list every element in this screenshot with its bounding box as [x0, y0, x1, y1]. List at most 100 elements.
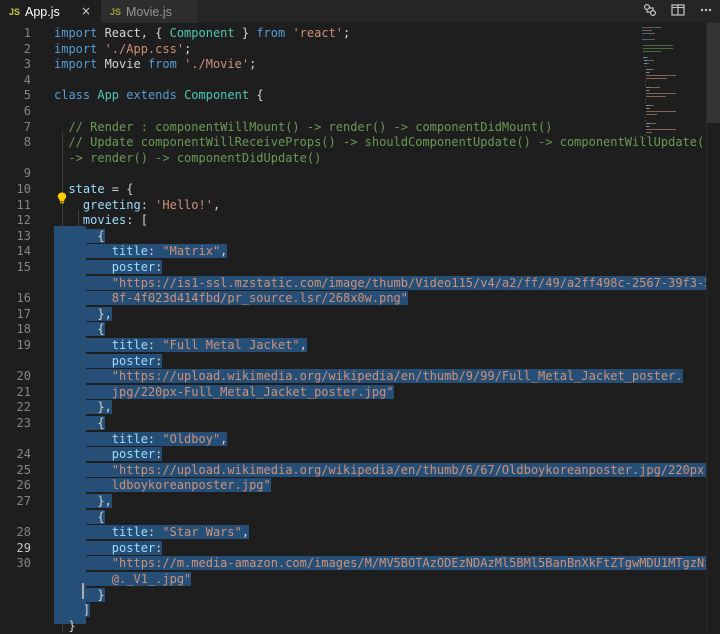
code-line: }, [54, 400, 112, 416]
minimap-stroke [645, 102, 646, 103]
minimap-stroke [646, 129, 676, 130]
minimap-stroke [646, 93, 676, 94]
code-token: poster [111, 353, 156, 368]
javascript-file-icon: JS [9, 6, 21, 17]
code-line: @._V1_.jpg" [54, 572, 192, 588]
code-line: { [54, 509, 105, 526]
minimap-stroke [645, 81, 646, 82]
code-token: greeting [82, 197, 141, 212]
minimap-stroke [654, 33, 655, 34]
minimap-stroke [649, 108, 650, 109]
code-token: class [54, 88, 98, 103]
code-line: }, [54, 494, 112, 510]
code-token: -> render() -> componentDidUpdate() [54, 150, 322, 165]
code-token: : [155, 353, 163, 368]
code-token: }, [54, 400, 112, 415]
line-number: 21 [16, 384, 31, 399]
code-line: } [54, 587, 105, 604]
line-number: 8 [23, 135, 31, 150]
code-token: { [54, 416, 105, 430]
code-token: } [54, 587, 105, 602]
code-line: "https://m.media-amazon.com/images/M/MV5… [54, 556, 719, 572]
code-token: extends [126, 88, 185, 103]
line-number: 2 [23, 41, 31, 56]
code-line: title: "Matrix", [54, 244, 228, 260]
minimap-stroke [646, 114, 657, 115]
lightbulb-icon[interactable] [57, 192, 67, 204]
code-token: ; [184, 41, 192, 56]
code-line: import React, { Component } from 'react'… [54, 26, 350, 42]
code-token: , [212, 197, 221, 212]
compare-icon[interactable] [642, 3, 658, 19]
line-number: 12 [16, 213, 31, 228]
minimap-stroke [646, 78, 667, 79]
code-token: "Oldboy" [162, 431, 221, 446]
minimap-stroke [645, 66, 646, 67]
line-number: 20 [16, 369, 31, 384]
code-token: title [111, 431, 148, 446]
code-line: poster: [54, 447, 163, 463]
minimap-stroke [645, 84, 646, 85]
line-number: 6 [23, 104, 31, 118]
code-token: import [54, 41, 105, 56]
line-number: 30 [16, 556, 31, 571]
minimap-stroke [654, 39, 655, 40]
code-line: poster: [54, 353, 163, 370]
line-number: 24 [16, 447, 31, 462]
code-token: { [54, 228, 105, 243]
code-token: jpg/220px-Full_Metal_Jacket_poster.jpg" [54, 384, 394, 399]
line-number: 3 [23, 57, 31, 72]
minimap-stroke [649, 126, 650, 127]
code-token: { [256, 88, 264, 103]
code-line: movies: [ [54, 213, 148, 229]
minimap-stroke [660, 27, 661, 28]
minimap-stroke [649, 90, 650, 91]
code-line: "https://upload.wikimedia.org/wikipedia/… [54, 462, 719, 479]
line-number: 13 [16, 228, 31, 243]
minimap-stroke [645, 120, 646, 121]
code-token: App [97, 88, 127, 103]
close-icon[interactable]: × [81, 4, 91, 18]
code-token: } [54, 618, 76, 633]
code-token: 'Hello!' [155, 197, 213, 212]
minimap-stroke [645, 117, 646, 118]
more-icon[interactable] [698, 3, 714, 19]
code-line: // Render : componentWillMount() -> rend… [54, 120, 552, 136]
code-editor[interactable]: 1 2 3 4 5 6 7 8 9 10 11 12 13 14 15 16 17 18 19 20 21 22 23 24 2… [0, 23, 719, 633]
code-token: ] [54, 603, 91, 618]
code-token: : [147, 525, 163, 540]
code-token: './Movie' [184, 57, 250, 72]
split-editor-icon[interactable] [670, 3, 686, 19]
code-token: title [111, 525, 148, 540]
text-cursor [82, 583, 84, 599]
code-line: import './App.css'; [54, 42, 191, 58]
code-token: "https://upload.wikimedia.org/wikipedia/… [111, 462, 719, 477]
code-line: import Movie from './Movie'; [54, 57, 256, 73]
tab-app-js[interactable]: JS App.js × [0, 0, 101, 23]
code-token: import [54, 26, 105, 40]
code-token: = { [104, 182, 134, 196]
code-token: , [241, 525, 250, 540]
minimap[interactable] [640, 23, 706, 153]
code-line: ldboykoreanposter.jpg" [54, 478, 271, 494]
line-number: 28 [16, 525, 31, 540]
line-number: 18 [16, 322, 31, 337]
line-number: 9 [23, 166, 31, 181]
line-number: 5 [23, 88, 31, 103]
tab-movie-js[interactable]: JS Movie.js [101, 0, 197, 23]
code-token: : [ [126, 213, 148, 228]
code-token: : [140, 197, 156, 212]
minimap-stroke [649, 27, 654, 28]
code-line: -> render() -> componentDidUpdate() [54, 151, 321, 167]
line-number: 29 [16, 540, 31, 555]
minimap-stroke [653, 105, 654, 106]
line-number: 19 [16, 338, 31, 352]
minimap-stroke [643, 45, 673, 46]
code-line: }, [54, 306, 112, 323]
scrollbar-thumb[interactable] [707, 23, 720, 123]
minimap-stroke [646, 75, 676, 76]
